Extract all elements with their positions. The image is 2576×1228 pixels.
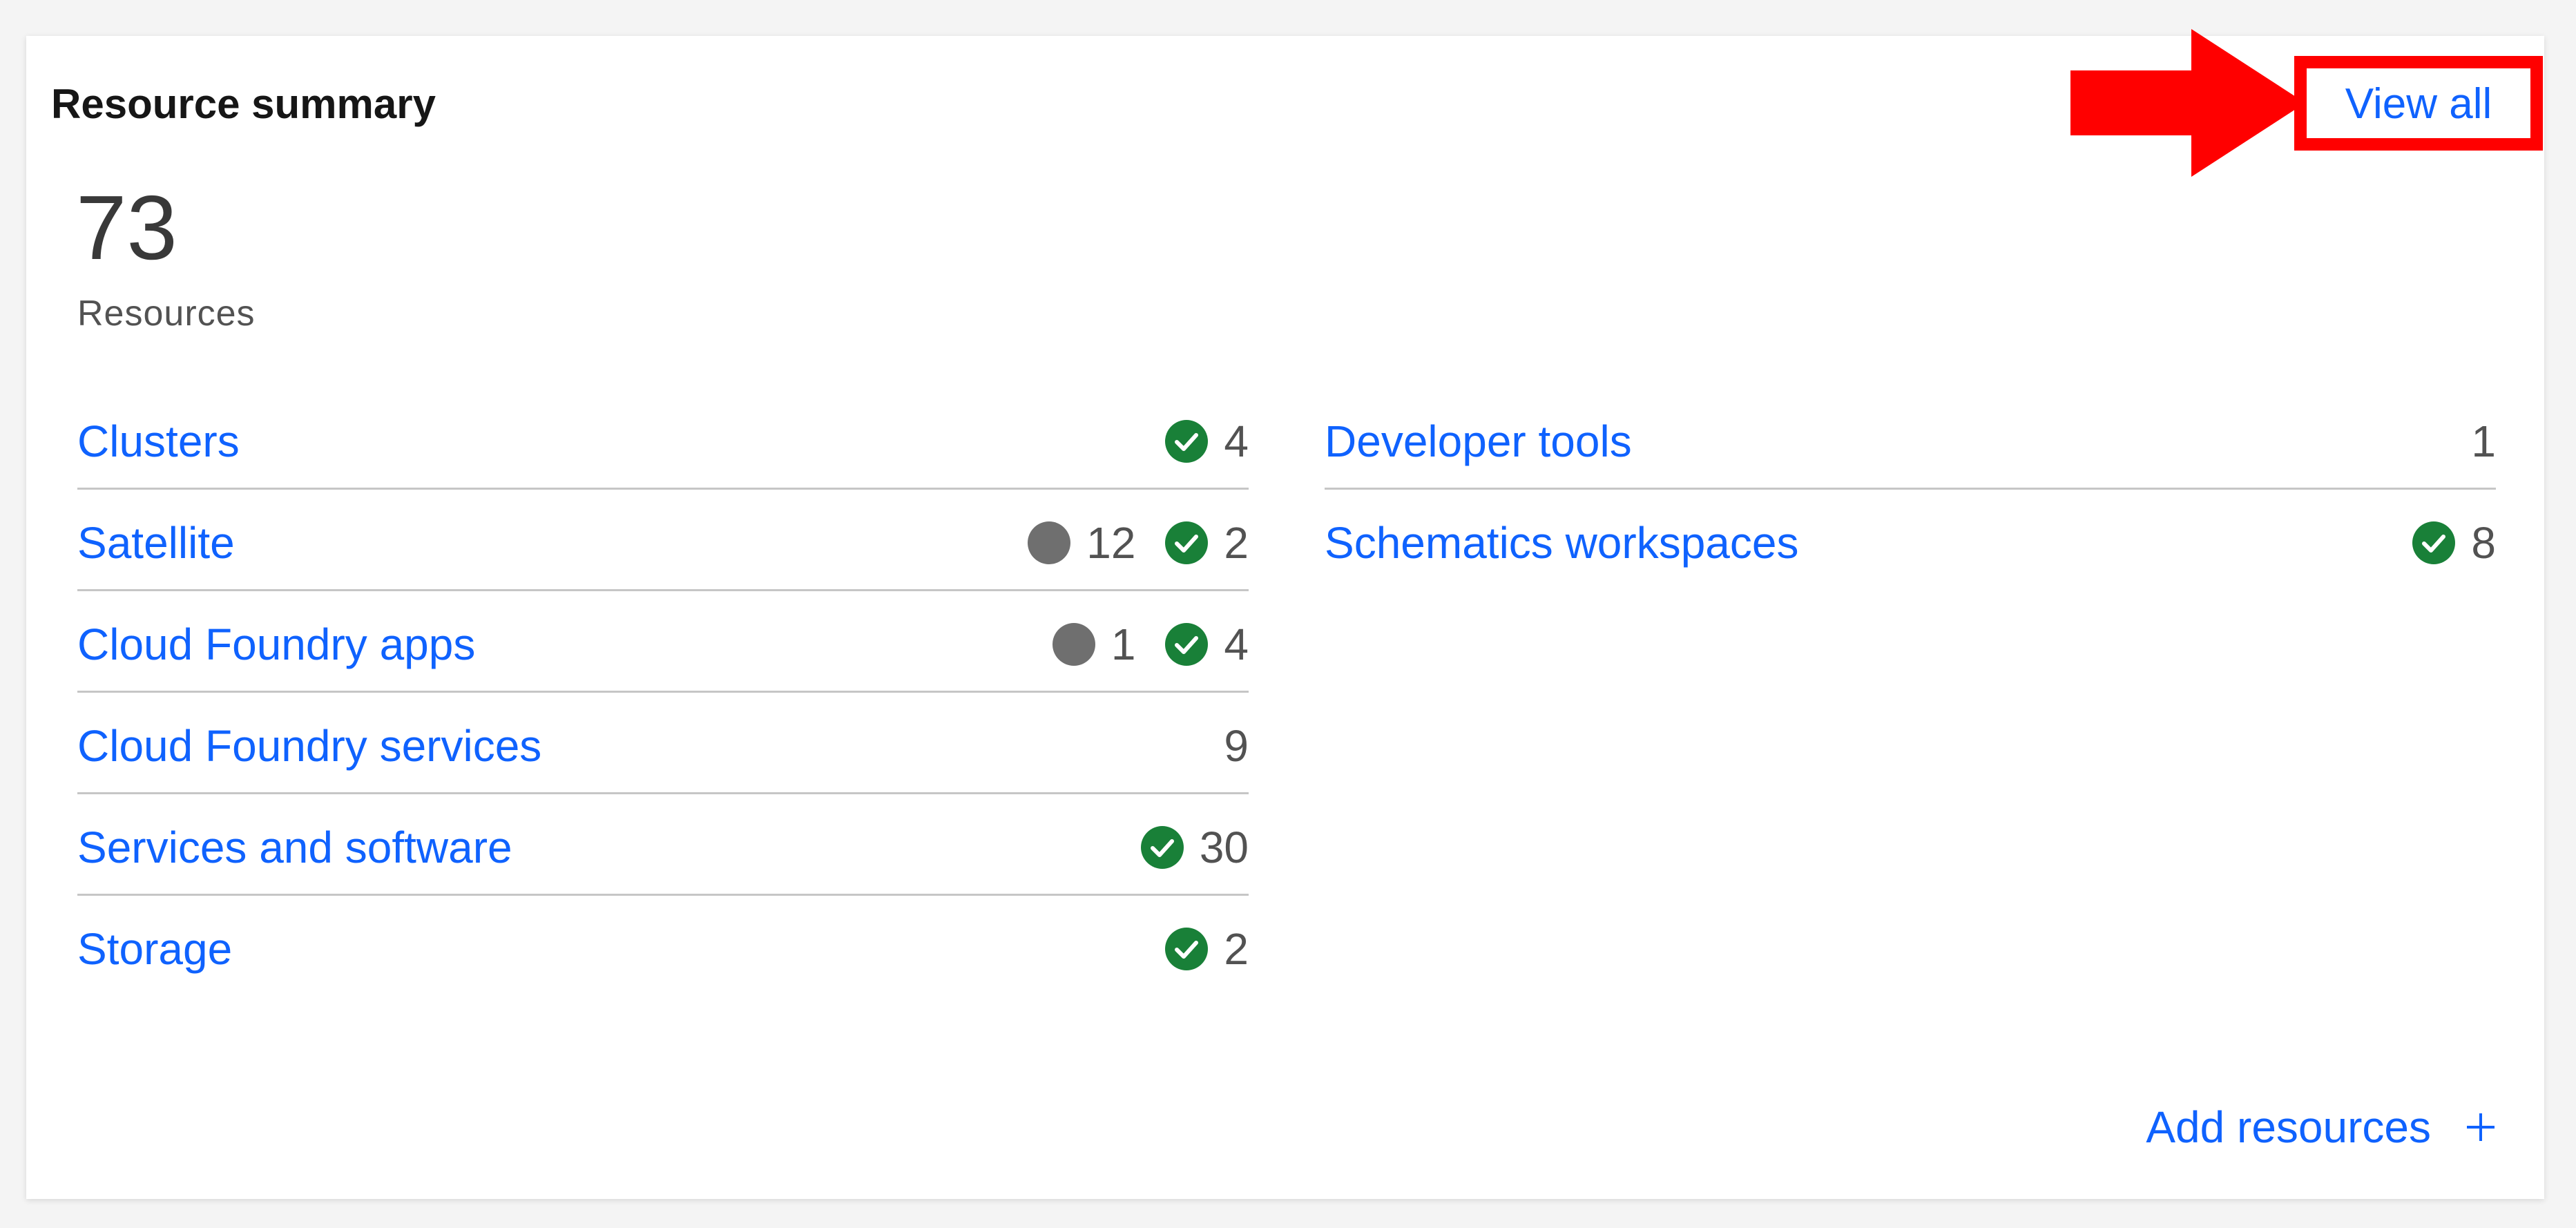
resource-status-counts: 2 <box>1135 921 1249 977</box>
status-count-value: 2 <box>1224 518 1249 568</box>
card-title: Resource summary <box>51 81 436 127</box>
status-count-value: 4 <box>1224 416 1249 466</box>
status-count: 1 <box>1052 617 1136 672</box>
checkmark-filled-icon <box>2412 521 2456 564</box>
status-circle-icon <box>1028 521 1071 564</box>
status-count-value: 1 <box>1111 620 1136 669</box>
resource-link[interactable]: Developer tools <box>1325 414 1632 469</box>
add-resources-button[interactable]: Add resources <box>2146 1100 2496 1155</box>
status-circle-icon <box>1052 623 1095 666</box>
resource-status-counts: 9 <box>1195 718 1249 774</box>
total-resource-label: Resources <box>77 294 256 334</box>
resource-list-left: Clusters 4 Satellite 12 2 Cloud Foundry apps 1… <box>77 390 1249 997</box>
resource-link[interactable]: Schematics workspaces <box>1325 515 1798 570</box>
checkmark-filled-icon <box>1140 826 1184 869</box>
status-count-value: 8 <box>2471 518 2496 568</box>
resource-link[interactable]: Clusters <box>77 414 240 469</box>
checkmark-filled-icon <box>1165 521 1209 564</box>
checkmark-filled-icon <box>1165 623 1209 666</box>
status-count: 30 <box>1140 820 1249 875</box>
resource-row: Schematics workspaces 8 <box>1325 492 2496 591</box>
status-count: 8 <box>2412 515 2496 570</box>
resource-status-counts: 14 <box>1023 617 1249 672</box>
resource-row: Cloud Foundry apps 1 4 <box>77 593 1249 693</box>
resource-link[interactable]: Cloud Foundry apps <box>77 617 475 672</box>
resource-row: Services and software 30 <box>77 796 1249 896</box>
resource-status-counts: 12 2 <box>998 515 1249 570</box>
resource-status-counts: 4 <box>1135 414 1249 469</box>
resource-row: Clusters 4 <box>77 390 1249 490</box>
resource-list-right: Developer tools 1 Schematics workspaces 8 <box>1325 390 2496 591</box>
checkmark-filled-icon <box>1165 928 1209 970</box>
red-arrow-icon <box>2070 29 2305 177</box>
status-count: 9 <box>1224 718 1249 774</box>
status-count-value: 1 <box>2471 416 2496 466</box>
status-count: 2 <box>1164 921 1249 977</box>
status-count: 4 <box>1164 617 1249 672</box>
resource-status-counts: 1 <box>2442 414 2496 469</box>
plus-icon <box>2467 1113 2495 1141</box>
resource-row: Satellite 12 2 <box>77 492 1249 591</box>
resource-link[interactable]: Services and software <box>77 820 512 875</box>
status-count: 4 <box>1164 414 1249 469</box>
checkmark-filled-icon <box>1165 420 1209 463</box>
status-count-value: 4 <box>1224 620 1249 669</box>
resource-link[interactable]: Satellite <box>77 515 235 570</box>
status-count: 12 <box>1027 515 1135 570</box>
resource-row: Cloud Foundry services 9 <box>77 695 1249 794</box>
resource-row: Developer tools 1 <box>1325 390 2496 490</box>
resource-status-counts: 30 <box>1111 820 1249 875</box>
status-count-value: 12 <box>1086 518 1136 568</box>
resource-row: Storage 2 <box>77 898 1249 997</box>
resource-status-counts: 8 <box>2383 515 2496 570</box>
status-count: 1 <box>2471 414 2496 469</box>
add-resources-label: Add resources <box>2146 1102 2431 1152</box>
resource-link[interactable]: Storage <box>77 921 232 977</box>
total-resource-count: 73 <box>76 177 177 278</box>
status-count: 2 <box>1164 515 1249 570</box>
status-count-value: 2 <box>1224 924 1249 974</box>
status-count-value: 9 <box>1224 721 1249 771</box>
view-all-link[interactable]: View all <box>2315 79 2522 129</box>
status-count-value: 30 <box>1199 823 1249 872</box>
resource-link[interactable]: Cloud Foundry services <box>77 718 541 774</box>
